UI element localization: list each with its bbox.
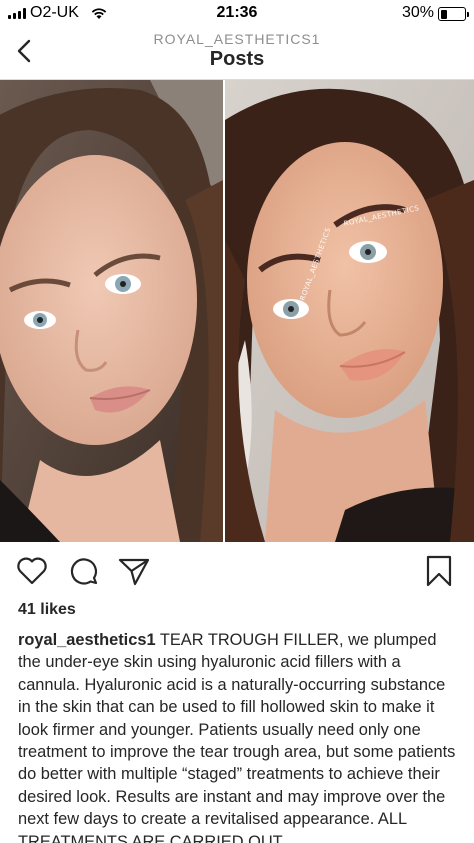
- before-photo: [0, 80, 223, 542]
- paper-plane-icon[interactable]: [117, 554, 151, 588]
- after-photo: ROYAL_AESTHETICS ROYAL_AESTHETICS: [225, 80, 474, 542]
- heart-outline-icon[interactable]: [15, 554, 49, 588]
- page-title: Posts: [209, 48, 265, 70]
- bookmark-icon[interactable]: [422, 554, 456, 588]
- status-bar: O2-UK 21:36 30%: [0, 0, 474, 28]
- battery-level: [440, 9, 448, 19]
- battery-percentage: 30%: [401, 4, 434, 21]
- post-caption: royal_aesthetics1 TEAR TROUGH FILLER, we…: [18, 629, 458, 843]
- post-actions: [0, 548, 474, 592]
- caption-text: TEAR TROUGH FILLER, we plumped the under…: [18, 631, 456, 843]
- post-image[interactable]: ROYAL_AESTHETICS ROYAL_AESTHETICS: [0, 80, 474, 542]
- nav-header: ROYAL_AESTHETICS1 Posts: [0, 28, 474, 80]
- comment-bubble-icon[interactable]: [66, 554, 100, 588]
- battery-icon: [438, 7, 469, 21]
- caption-username[interactable]: royal_aesthetics1: [18, 631, 156, 649]
- account-username[interactable]: ROYAL_AESTHETICS1: [0, 31, 474, 47]
- like-count[interactable]: 41 likes: [18, 601, 76, 619]
